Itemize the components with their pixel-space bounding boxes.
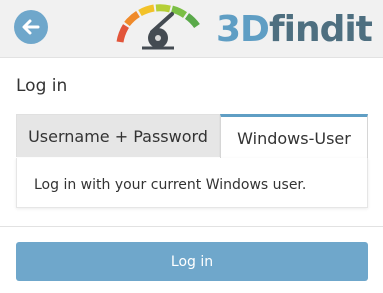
gauge-icon [116,4,200,50]
tab-username-password[interactable]: Username + Password [16,114,220,157]
app-header: 3Dfindit [0,0,383,58]
logo-prefix: 3D [216,9,270,50]
login-tabs: Username + Password Windows-User [16,114,368,160]
logo-wordmark: 3Dfindit [216,9,373,50]
divider [0,226,383,227]
login-button[interactable]: Log in [16,242,368,281]
back-button[interactable] [14,10,48,44]
logo: 3Dfindit [112,4,376,54]
arrow-left-icon [22,19,40,35]
tab-windows-user[interactable]: Windows-User [220,114,368,160]
tab-panel: Log in with your current Windows user. [16,158,368,208]
page-title: Log in [16,76,68,96]
panel-description: Log in with your current Windows user. [34,177,307,193]
logo-suffix: findit [268,9,373,50]
